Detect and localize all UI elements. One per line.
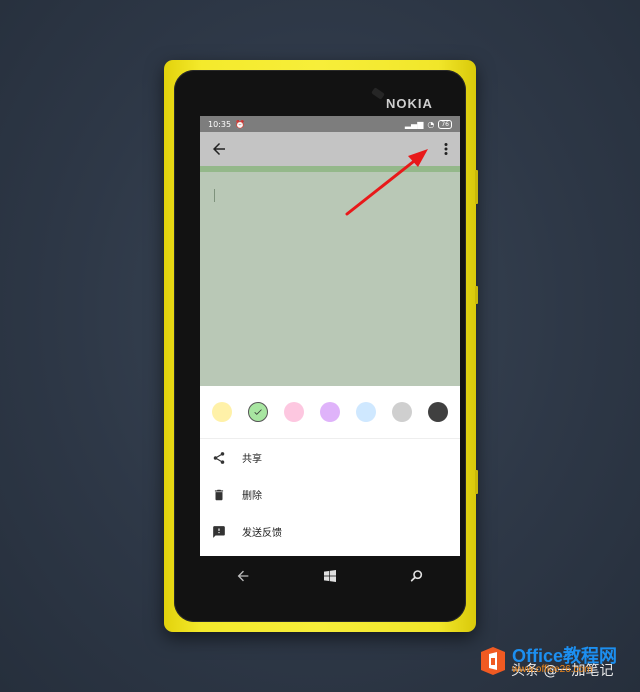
options-sheet: 共享 删除 发送反馈 bbox=[200, 386, 460, 550]
color-swatch-purple[interactable] bbox=[320, 402, 340, 422]
alarm-icon: ⏰ bbox=[235, 119, 246, 129]
text-cursor bbox=[214, 189, 215, 202]
windows-start-icon[interactable] bbox=[322, 568, 338, 584]
watermark-url: www.office26.com bbox=[512, 664, 593, 675]
color-swatch-green[interactable] bbox=[248, 402, 268, 422]
color-picker bbox=[200, 386, 460, 439]
more-options-icon[interactable] bbox=[440, 140, 452, 158]
menu-item-share[interactable]: 共享 bbox=[200, 439, 460, 476]
color-swatch-black[interactable] bbox=[428, 402, 448, 422]
check-icon bbox=[254, 409, 262, 415]
search-icon[interactable] bbox=[409, 568, 425, 584]
power-button bbox=[475, 286, 478, 304]
camera-button bbox=[475, 470, 478, 494]
menu-delete-label: 删除 bbox=[242, 491, 262, 502]
earpiece bbox=[371, 87, 385, 100]
back-arrow-icon[interactable] bbox=[210, 140, 228, 158]
color-swatch-pink[interactable] bbox=[284, 402, 304, 422]
phone-body: NOKIA 10:35 ⏰ ▂▄▆ ◔ 76 共享 删除 发送反馈 bbox=[164, 60, 478, 632]
watermark: Office教程网 www.office26.com bbox=[478, 646, 617, 676]
menu-item-feedback[interactable]: 发送反馈 bbox=[200, 513, 460, 550]
phone-nav-bar bbox=[200, 560, 460, 592]
trash-icon bbox=[214, 489, 224, 500]
nav-back-icon[interactable] bbox=[235, 568, 251, 584]
menu-item-delete[interactable]: 删除 bbox=[200, 476, 460, 513]
phone-bezel: NOKIA 10:35 ⏰ ▂▄▆ ◔ 76 共享 删除 发送反馈 bbox=[174, 70, 466, 622]
volume-button bbox=[475, 170, 478, 204]
menu-feedback-label: 发送反馈 bbox=[242, 528, 282, 539]
color-swatch-yellow[interactable] bbox=[212, 402, 232, 422]
color-swatch-blue[interactable] bbox=[356, 402, 376, 422]
status-time: 10:35 bbox=[208, 119, 232, 129]
watermark-title: Office教程网 bbox=[512, 646, 618, 666]
status-bar: 10:35 ⏰ ▂▄▆ ◔ 76 bbox=[200, 116, 460, 132]
color-swatch-gray[interactable] bbox=[392, 402, 412, 422]
brand-logo: NOKIA bbox=[386, 96, 433, 111]
share-icon bbox=[213, 451, 225, 464]
signal-icon: ▂▄▆ bbox=[404, 119, 424, 129]
feedback-icon bbox=[213, 525, 225, 538]
app-screen: 10:35 ⏰ ▂▄▆ ◔ 76 共享 删除 发送反馈 bbox=[200, 116, 460, 556]
note-editor[interactable] bbox=[200, 172, 460, 386]
wifi-icon: ◔ bbox=[427, 119, 435, 129]
menu-share-label: 共享 bbox=[242, 454, 262, 465]
note-toolbar bbox=[200, 132, 460, 166]
battery-indicator: 76 bbox=[438, 119, 452, 129]
office-logo-icon bbox=[481, 647, 505, 675]
